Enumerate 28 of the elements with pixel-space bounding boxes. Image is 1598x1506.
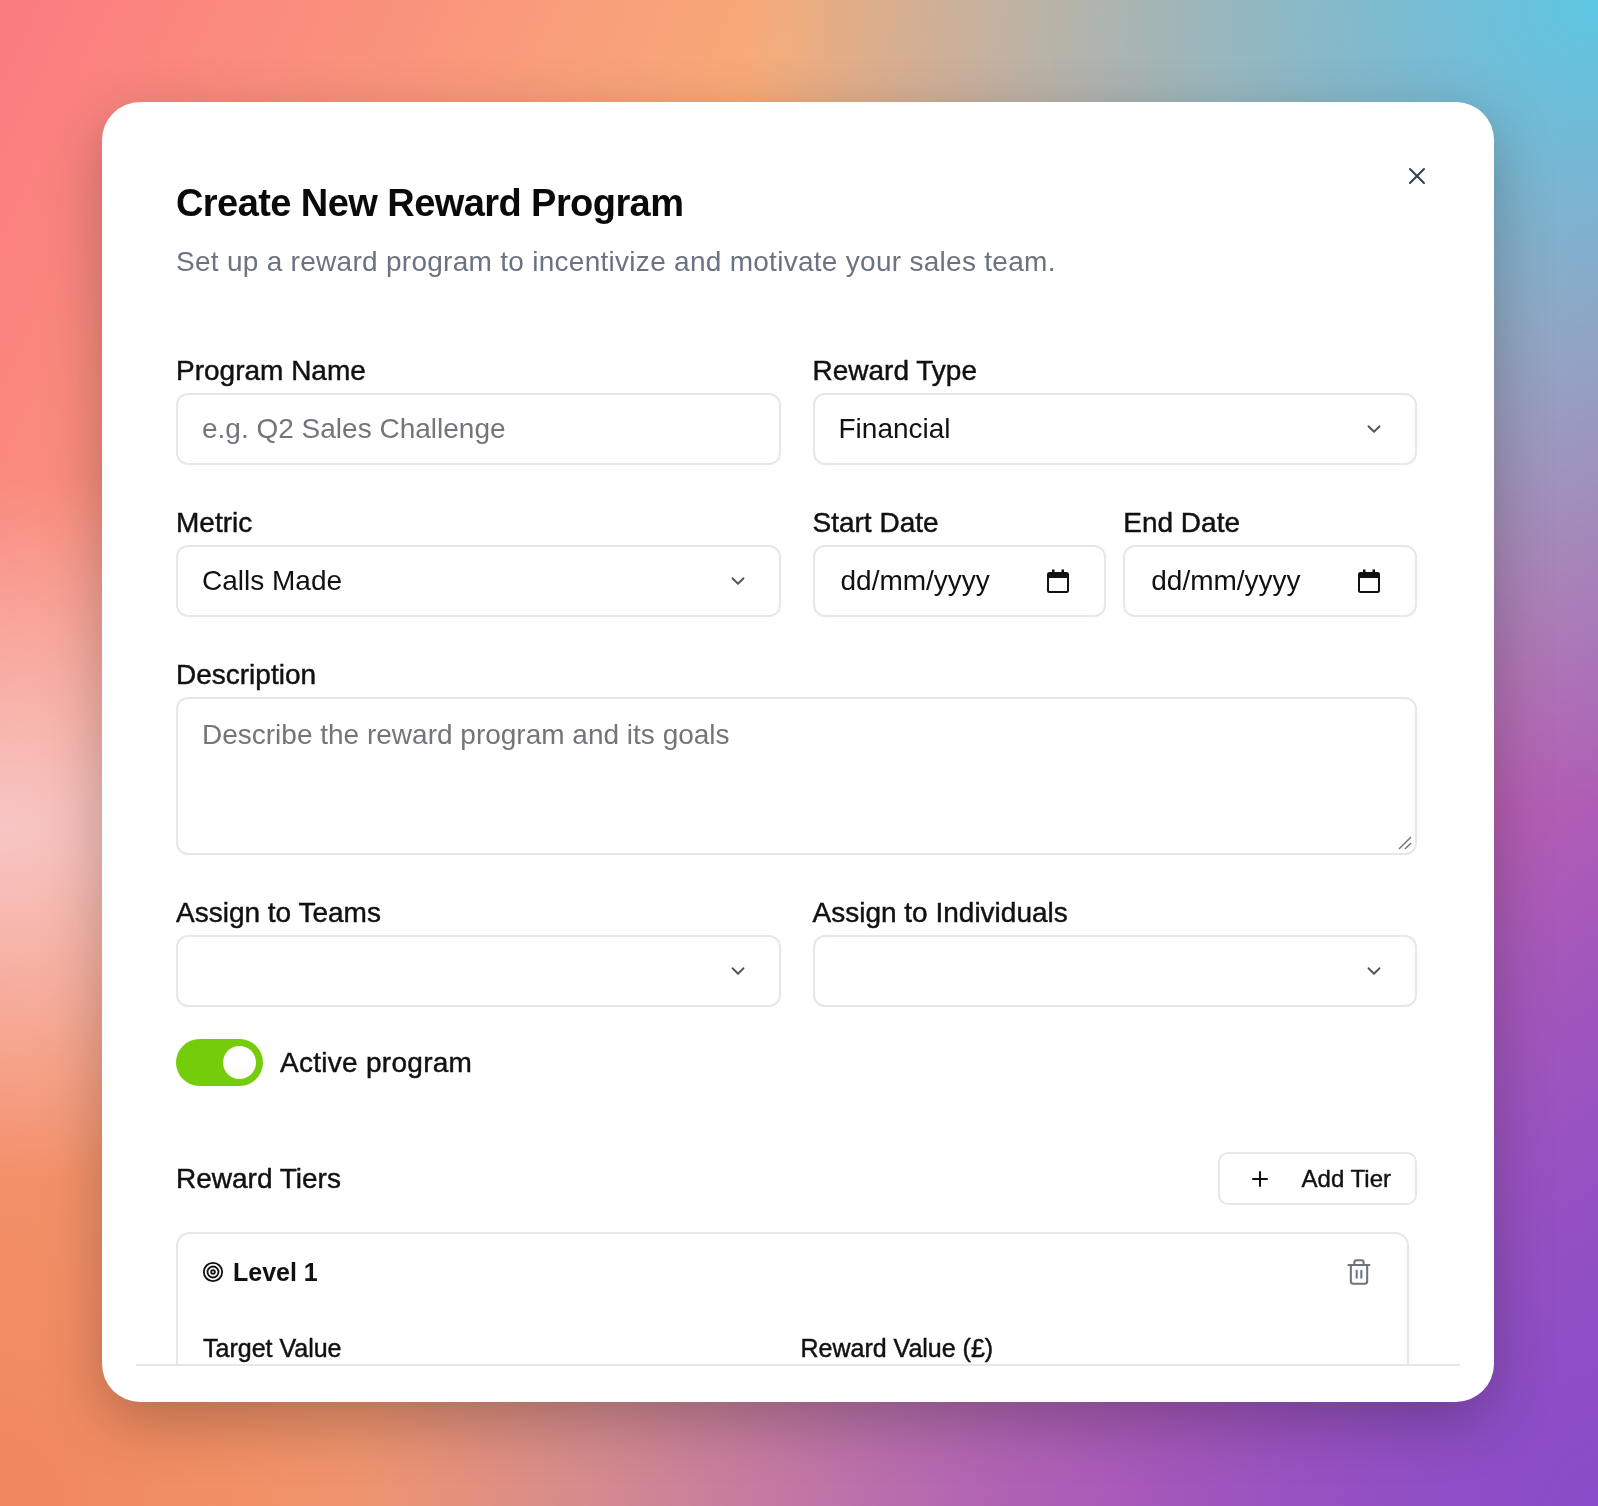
field-label: Assign to Individuals — [812, 896, 1069, 930]
dropdown[interactable]: Calls Made — [176, 545, 781, 617]
trash-icon[interactable] — [1345, 1258, 1373, 1286]
field-label: Program Name — [176, 354, 367, 388]
field-label: Reward Type — [812, 354, 978, 388]
text-area[interactable]: Describe the reward program and its goals — [176, 697, 1417, 855]
field-label: Target Value — [203, 1333, 343, 1363]
target-icon — [202, 1261, 224, 1283]
text-input[interactable]: e.g. Q2 Sales Challenge — [176, 393, 781, 465]
field-label: Assign to Teams — [176, 896, 382, 930]
resize-grip-icon[interactable] — [1398, 836, 1412, 850]
date-input[interactable]: dd/mm/yyyy — [812, 545, 1107, 617]
field-label: Start Date — [812, 506, 940, 540]
calendar-icon — [1047, 569, 1070, 593]
field-label: Metric — [176, 506, 254, 540]
toggle-label: Active program — [280, 1045, 473, 1080]
dropdown[interactable]: Financial — [812, 393, 1417, 465]
field-label: End Date — [1123, 506, 1241, 540]
add-tier-button[interactable]: Add Tier — [1217, 1152, 1417, 1205]
toggle-switch[interactable] — [176, 1039, 263, 1086]
dialog-title: Create New Reward Program — [176, 181, 685, 226]
field-label: Reward Value (£) — [800, 1333, 995, 1363]
field-label: Description — [176, 658, 318, 692]
tier-name: Level 1 — [233, 1257, 318, 1287]
date-input[interactable]: dd/mm/yyyy — [1123, 545, 1417, 617]
dialog-subtitle: Set up a reward program to incentivize and motivate your sales team. — [176, 245, 1057, 279]
calendar-icon — [1358, 569, 1380, 593]
section-heading: Reward Tiers — [176, 1161, 341, 1196]
